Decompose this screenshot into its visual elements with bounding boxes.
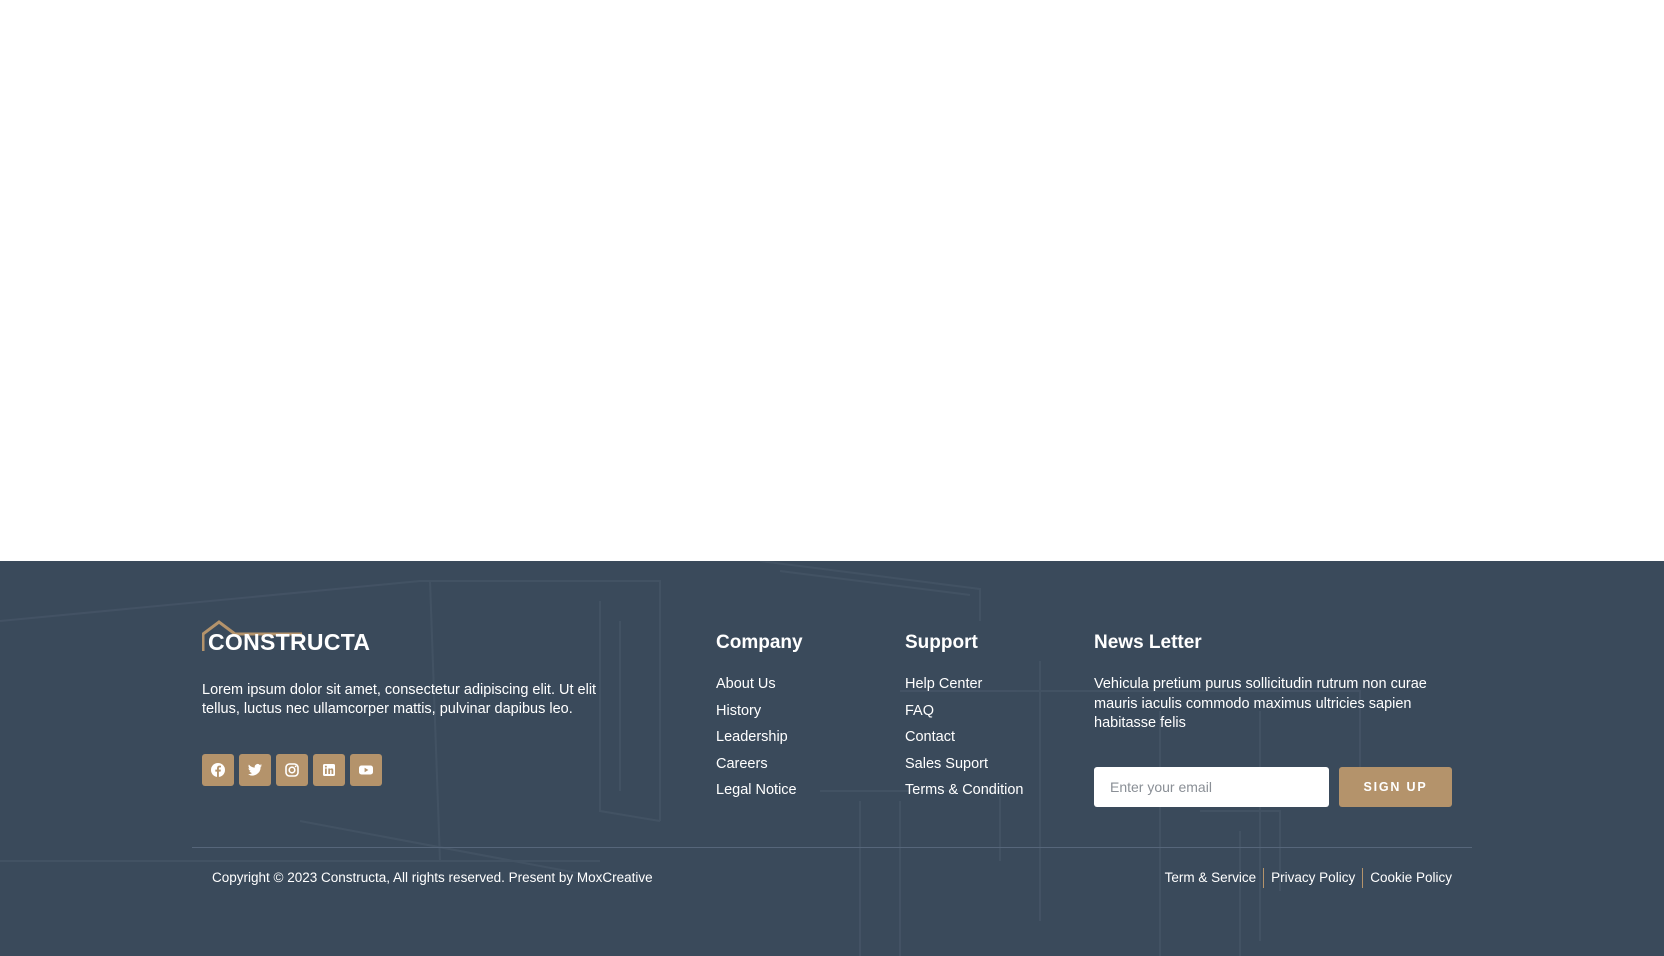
instagram-icon bbox=[285, 763, 299, 777]
twitter-icon bbox=[248, 764, 262, 776]
company-link-leadership[interactable]: Leadership bbox=[716, 728, 797, 755]
support-link-faq[interactable]: FAQ bbox=[905, 702, 1023, 729]
newsletter-description: Vehicula pretium purus sollicitudin rutr… bbox=[1094, 676, 1427, 731]
youtube-icon bbox=[359, 765, 373, 775]
copyright-text: Copyright © 2023 Constructa, All rights … bbox=[212, 870, 653, 885]
support-heading: Support bbox=[905, 632, 978, 653]
privacy-policy-link[interactable]: Privacy Policy bbox=[1264, 868, 1362, 888]
youtube-button[interactable] bbox=[350, 754, 382, 786]
social-links bbox=[202, 754, 382, 786]
brand-description: Lorem ipsum dolor sit amet, consectetur … bbox=[202, 682, 597, 717]
sign-up-button[interactable]: SIGN UP bbox=[1339, 767, 1452, 807]
linkedin-icon bbox=[323, 764, 335, 776]
brand-logo-text[interactable]: CONSTRUCTA bbox=[208, 629, 370, 656]
company-links: About Us History Leadership Careers Lega… bbox=[716, 675, 797, 808]
support-link-contact[interactable]: Contact bbox=[905, 728, 1023, 755]
company-link-careers[interactable]: Careers bbox=[716, 755, 797, 782]
company-link-about-us[interactable]: About Us bbox=[716, 675, 797, 702]
company-heading: Company bbox=[716, 632, 803, 653]
blank-content-area bbox=[0, 0, 1664, 561]
support-link-terms[interactable]: Terms & Condition bbox=[905, 781, 1023, 808]
support-link-sales-support[interactable]: Sales Suport bbox=[905, 755, 1023, 782]
legal-links: Term & Service Privacy Policy Cookie Pol… bbox=[1158, 868, 1452, 888]
instagram-button[interactable] bbox=[276, 754, 308, 786]
linkedin-button[interactable] bbox=[313, 754, 345, 786]
footer-divider bbox=[192, 847, 1472, 848]
facebook-button[interactable] bbox=[202, 754, 234, 786]
cookie-policy-link[interactable]: Cookie Policy bbox=[1363, 868, 1452, 888]
newsletter-heading: News Letter bbox=[1094, 632, 1202, 653]
facebook-icon bbox=[211, 763, 225, 777]
site-footer: CONSTRUCTA Lorem ipsum dolor sit amet, c… bbox=[0, 561, 1664, 956]
company-link-legal-notice[interactable]: Legal Notice bbox=[716, 781, 797, 808]
newsletter-email-input[interactable] bbox=[1094, 767, 1329, 807]
twitter-button[interactable] bbox=[239, 754, 271, 786]
term-service-link[interactable]: Term & Service bbox=[1158, 868, 1264, 888]
support-links: Help Center FAQ Contact Sales Suport Ter… bbox=[905, 675, 1023, 808]
company-link-history[interactable]: History bbox=[716, 702, 797, 729]
support-link-help-center[interactable]: Help Center bbox=[905, 675, 1023, 702]
